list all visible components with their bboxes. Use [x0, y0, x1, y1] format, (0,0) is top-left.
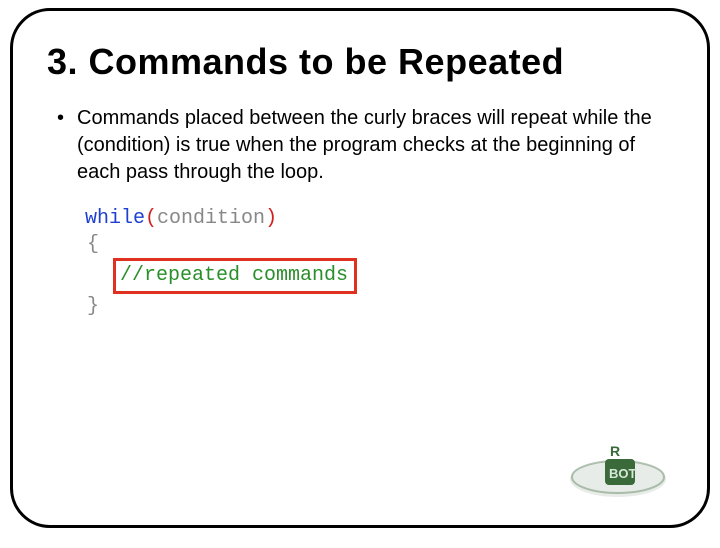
rcbot-logo: R BOT [563, 441, 673, 501]
code-line-while: while(condition) [85, 206, 677, 232]
slide-frame: 3. Commands to be Repeated • Commands pl… [10, 8, 710, 528]
paren-open: ( [145, 207, 157, 230]
code-line-comment: //repeated commands [85, 258, 677, 294]
code-block: while(condition) { //repeated commands } [85, 206, 677, 320]
bullet-text: Commands placed between the curly braces… [77, 105, 657, 186]
logo-bottom-text: BOT [609, 466, 637, 481]
code-line-rbrace: } [85, 294, 677, 320]
comment-text: //repeated commands [120, 264, 348, 287]
logo-top-text: R [610, 443, 620, 459]
bullet-dot: • [53, 105, 77, 186]
slide-title: 3. Commands to be Repeated [47, 41, 677, 83]
code-line-lbrace: { [85, 232, 677, 258]
highlight-box: //repeated commands [113, 258, 357, 294]
bullet-item: • Commands placed between the curly brac… [53, 105, 657, 186]
condition-text: condition [157, 207, 265, 230]
kw-while: while [85, 207, 145, 230]
paren-close: ) [265, 207, 277, 230]
